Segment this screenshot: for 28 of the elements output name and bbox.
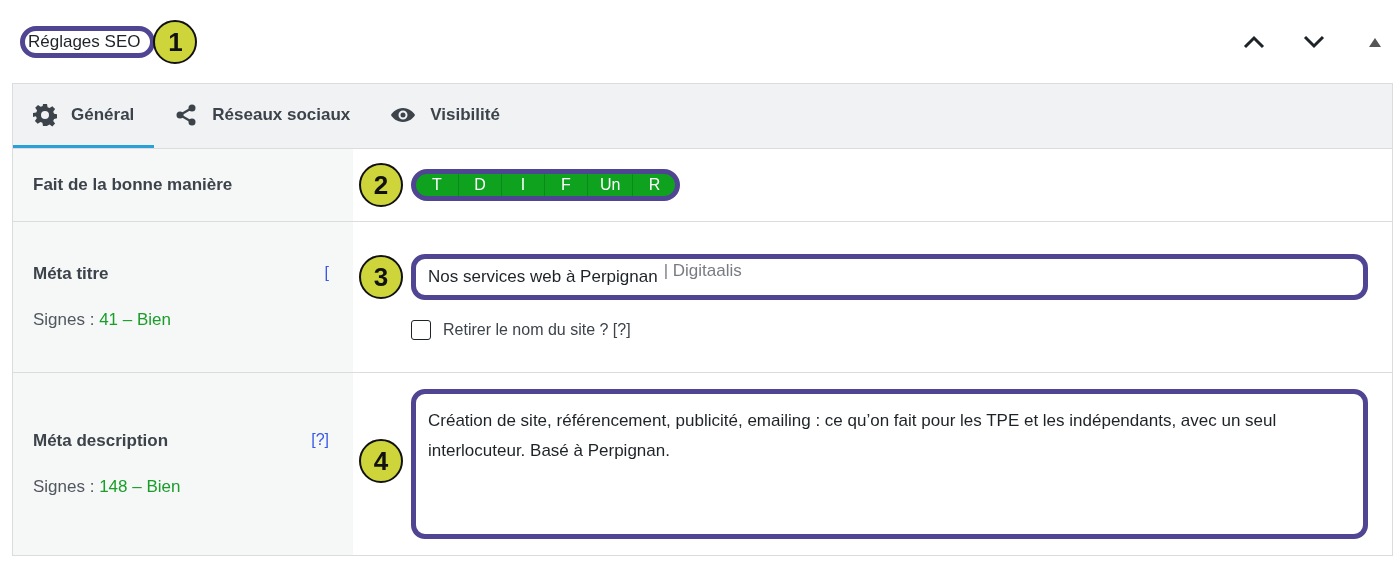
- callout-number: 4: [359, 439, 403, 483]
- checkbox[interactable]: [411, 320, 431, 340]
- meta-description-field[interactable]: Création de site, référencement, publicité, emailing : ce qu’on fait pour les TPE et les indépendants, avec un seul interlocuteur. Basé à Perpignan.: [411, 389, 1368, 539]
- chevron-down-icon: [1303, 35, 1325, 49]
- character-count: Signes : 148 – Bien: [33, 477, 182, 497]
- score-label: D: [459, 174, 502, 196]
- panel-title: Réglages SEO: [20, 26, 156, 58]
- character-count: Signes : 41 – Bien: [33, 310, 172, 330]
- score-label: I: [502, 174, 545, 196]
- score-label: T: [416, 174, 459, 196]
- field-label: Méta titre: [33, 264, 109, 284]
- help-link[interactable]: [?]: [311, 431, 329, 451]
- chevron-up-icon: [1243, 35, 1265, 49]
- field-label: Méta description: [33, 431, 169, 451]
- checkbox-label: Retirer le nom du site ? [?]: [443, 321, 631, 339]
- tab[interactable]: Réseaux sociaux: [154, 84, 371, 148]
- callout-number: 2: [359, 163, 403, 207]
- help-link[interactable]: [: [324, 264, 329, 284]
- score-label: Un: [588, 174, 634, 196]
- meta-title-field[interactable]: Nos services web à Perpignan | Digitaalis: [411, 254, 1368, 300]
- tab[interactable]: Visibilité: [370, 84, 520, 148]
- score-label: R: [647, 175, 662, 195]
- triangle-up-icon: [1369, 37, 1381, 47]
- field-label: Fait de la bonne manière: [33, 175, 233, 195]
- settings-icon: [33, 102, 57, 127]
- callout-number: 1: [153, 20, 198, 64]
- score-label: F: [545, 174, 588, 196]
- callout-number: 3: [359, 255, 403, 299]
